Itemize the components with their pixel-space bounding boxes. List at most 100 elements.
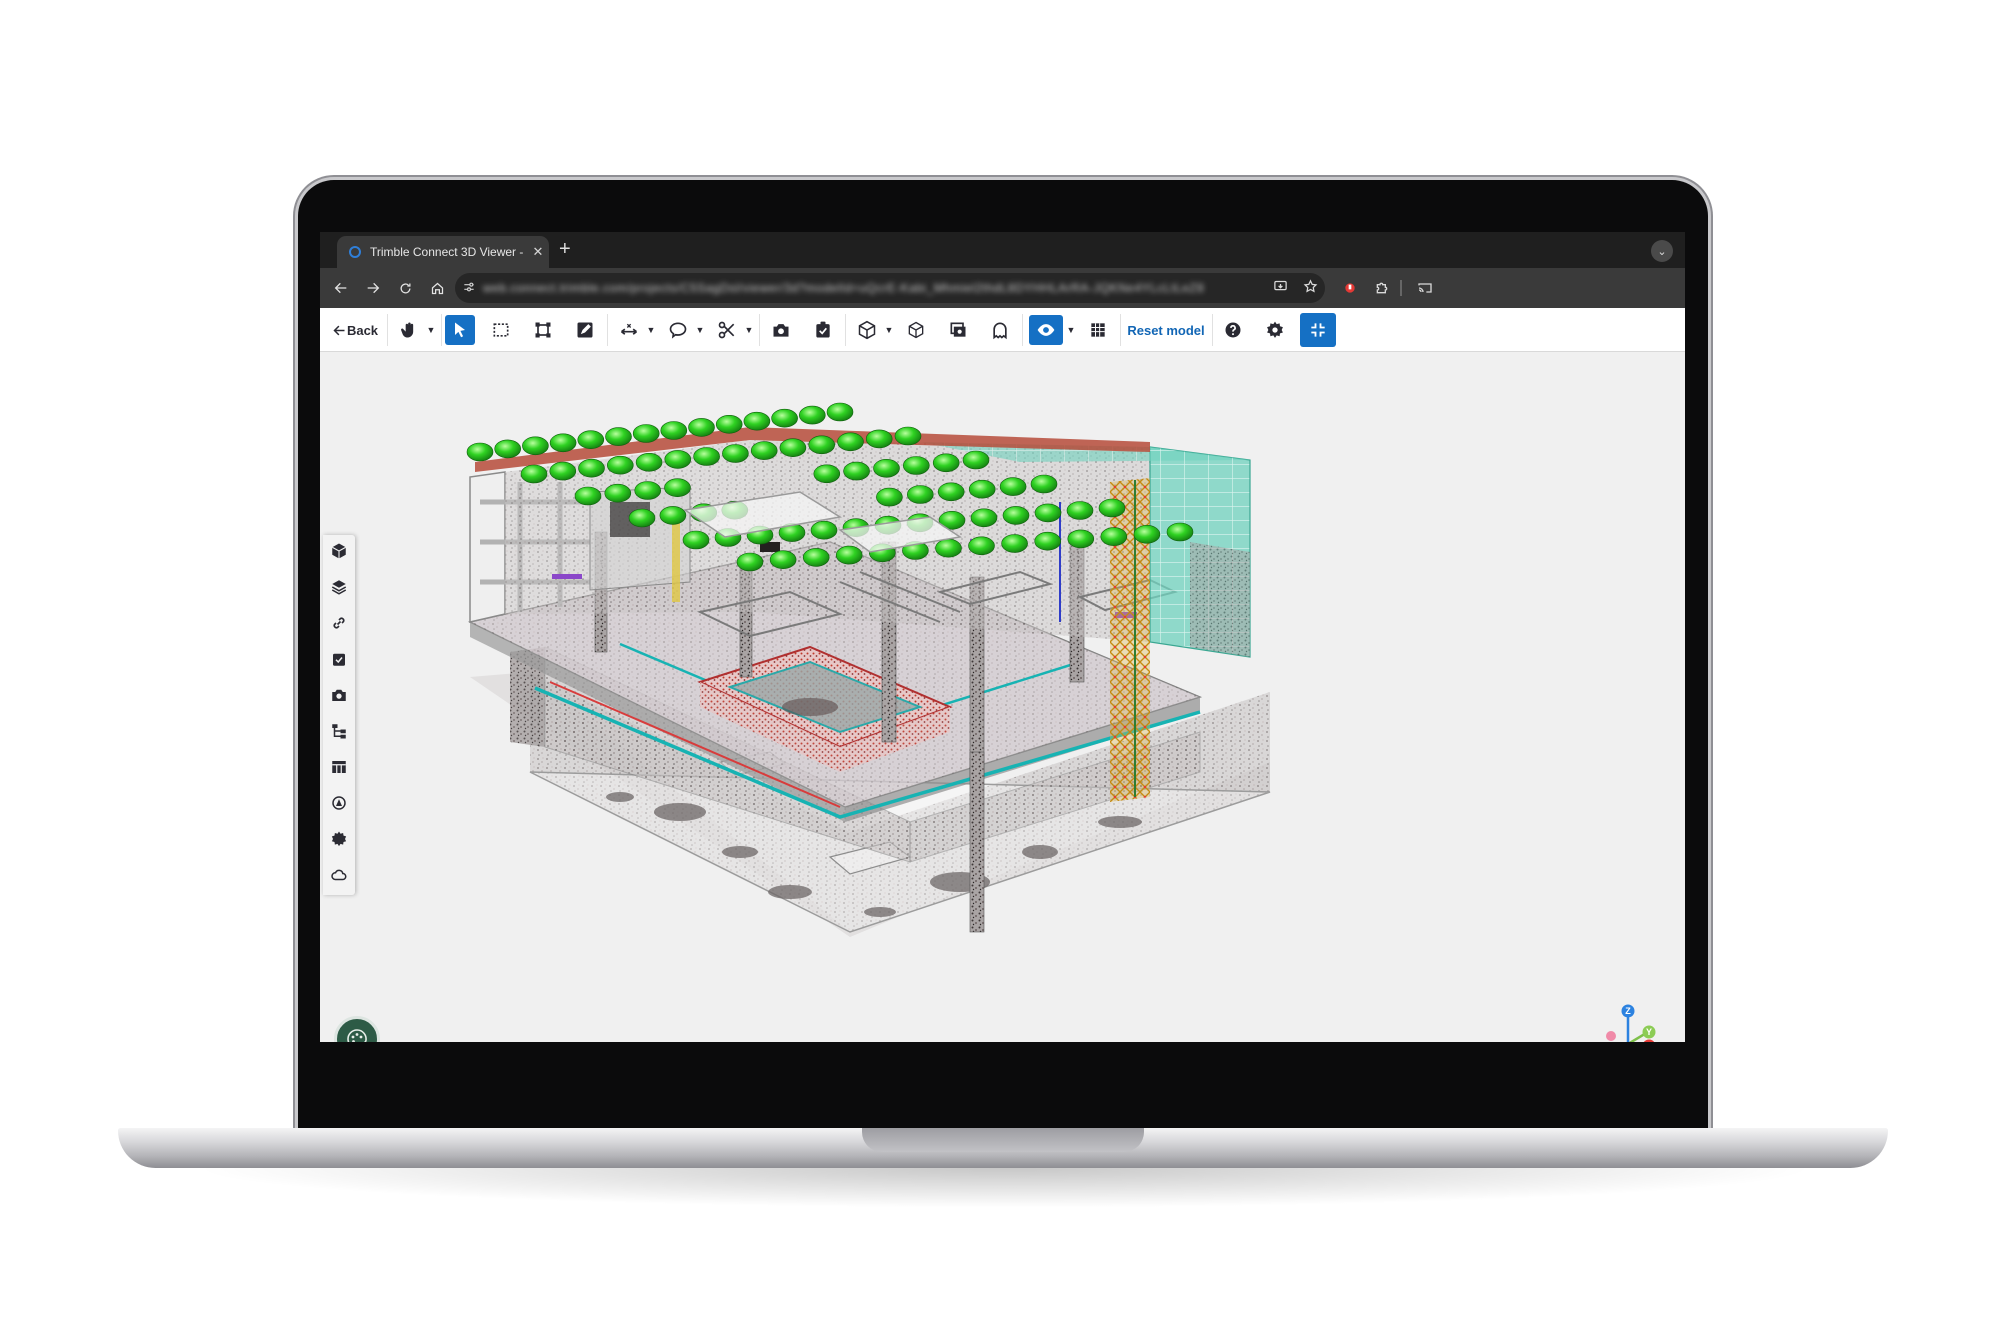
url-omnibox[interactable]: web.connect.trimble.com/projects/C5SagDs… (455, 273, 1325, 303)
skylight-dome (466, 442, 494, 462)
extensions-burst-icon[interactable] (327, 827, 351, 851)
skylight-dome (894, 426, 922, 446)
cloud-icon[interactable] (327, 863, 351, 887)
toolbar-separator (387, 314, 388, 346)
extension-red-icon[interactable] (1340, 278, 1360, 298)
skylight-dome (1001, 534, 1028, 553)
todo-add-icon[interactable] (808, 315, 838, 345)
skylight-dome (779, 438, 807, 457)
skylight-dome (660, 421, 688, 440)
skylight-dome (798, 405, 826, 425)
palette-icon (347, 1029, 367, 1042)
new-tab-button[interactable]: + (559, 238, 571, 261)
model-cube-icon[interactable] (852, 315, 882, 345)
models-cube-icon[interactable] (327, 539, 351, 563)
skylight-dome (549, 461, 577, 481)
bookmark-star-icon[interactable] (1295, 279, 1325, 297)
skylight-dome (1098, 498, 1126, 518)
skylight-dome (722, 444, 749, 463)
visibility-eye-icon[interactable] (1029, 315, 1063, 345)
skylight-dome (605, 427, 632, 446)
cast-icon[interactable] (1415, 278, 1435, 298)
back-arrow-icon[interactable] (329, 276, 353, 300)
skylight-dome (736, 552, 764, 572)
link-icon[interactable] (327, 611, 351, 635)
chevron-down-icon[interactable]: ▼ (882, 315, 896, 345)
3d-viewport[interactable]: Z Y X (320, 352, 1685, 1042)
lasso-icon[interactable] (663, 315, 693, 345)
select-pointer-icon[interactable] (445, 315, 475, 345)
forward-arrow-icon[interactable] (361, 276, 385, 300)
camera-icon[interactable] (766, 315, 796, 345)
skylight-dome (578, 458, 605, 478)
tab-search-button[interactable]: ⌄ (1651, 240, 1673, 262)
skylight-dome (802, 548, 830, 567)
chevron-down-icon[interactable]: ▼ (644, 315, 658, 345)
pan-hand-icon[interactable] (394, 315, 424, 345)
skylight-dome (1002, 506, 1030, 525)
reload-icon[interactable] (393, 276, 417, 300)
tab-close-icon[interactable]: ✕ (527, 244, 549, 260)
section-scissors-icon[interactable] (712, 315, 742, 345)
skylight-dome (549, 433, 577, 453)
skylight-dome (932, 453, 960, 473)
settings-gear-icon[interactable] (1260, 315, 1290, 345)
skylight-dome (750, 441, 778, 460)
skylight-dome (999, 477, 1027, 496)
toolbar-separator (759, 314, 760, 346)
browser-tab[interactable]: Trimble Connect 3D Viewer - ✕ (337, 236, 549, 268)
skylight-dome (771, 408, 798, 428)
skylight-dome (843, 461, 870, 481)
viewer-toolbar: Back ▼ ▼ ▼ ▼ ▼ ▼ Reset model (320, 308, 1685, 352)
views-camera-icon[interactable] (327, 683, 351, 707)
toolbar-separator (1022, 314, 1023, 346)
home-icon[interactable] (425, 276, 449, 300)
y-axis-label: Y (1646, 1027, 1652, 1037)
skylight-dome (743, 411, 771, 431)
markup-icon[interactable] (570, 315, 600, 345)
skylight-dome (968, 479, 996, 499)
toolbar-separator (845, 314, 846, 346)
chevron-down-icon[interactable]: ▼ (693, 315, 707, 345)
view-cube-icon[interactable] (901, 315, 931, 345)
grid-pattern-icon[interactable] (1083, 315, 1113, 345)
skylight-dome (902, 456, 930, 475)
chevron-down-icon[interactable]: ▼ (1064, 315, 1078, 345)
skylight-dome (1034, 531, 1062, 551)
clash-detection-icon[interactable] (327, 791, 351, 815)
laptop-shadow (190, 1168, 1820, 1208)
properties-table-icon[interactable] (327, 755, 351, 779)
skylight-dome (970, 508, 998, 528)
extensions-puzzle-icon[interactable] (1372, 278, 1392, 298)
box-select-icon[interactable] (486, 315, 516, 345)
skylight-dome (574, 486, 602, 506)
skylight-dome (604, 483, 632, 503)
url-text: web.connect.trimble.com/projects/C5SagDs… (483, 281, 1205, 295)
organizer-tree-icon[interactable] (327, 719, 351, 743)
help-icon[interactable] (1218, 315, 1248, 345)
skylight-dome (810, 520, 838, 540)
reset-model-button[interactable]: Reset model (1125, 315, 1207, 345)
skylight-dome (522, 436, 549, 456)
chevron-down-icon[interactable]: ▼ (742, 315, 756, 345)
skylight-dome (906, 485, 934, 504)
skylight-dome (664, 478, 691, 497)
layers-icon[interactable] (327, 575, 351, 599)
trimble-favicon-icon (349, 246, 361, 258)
install-app-icon[interactable] (1265, 279, 1295, 297)
skylight-dome (876, 487, 903, 507)
skylight-dome (1133, 525, 1161, 544)
measure-icon[interactable] (614, 315, 644, 345)
fit-to-view-icon[interactable] (528, 315, 558, 345)
projection-icon[interactable] (943, 315, 973, 345)
ghost-icon[interactable] (985, 315, 1015, 345)
building-model-render[interactable] (320, 352, 1685, 1042)
exit-fullscreen-icon[interactable] (1300, 313, 1336, 347)
chevron-down-icon[interactable]: ▼ (424, 315, 438, 345)
axis-gizmo[interactable]: Z Y X (1600, 1002, 1670, 1042)
todo-checklist-icon[interactable] (327, 647, 351, 671)
skylight-dome (865, 429, 893, 449)
site-settings-icon[interactable] (455, 280, 483, 297)
toolbar-separator (441, 314, 442, 346)
back-button[interactable]: Back (328, 315, 382, 345)
